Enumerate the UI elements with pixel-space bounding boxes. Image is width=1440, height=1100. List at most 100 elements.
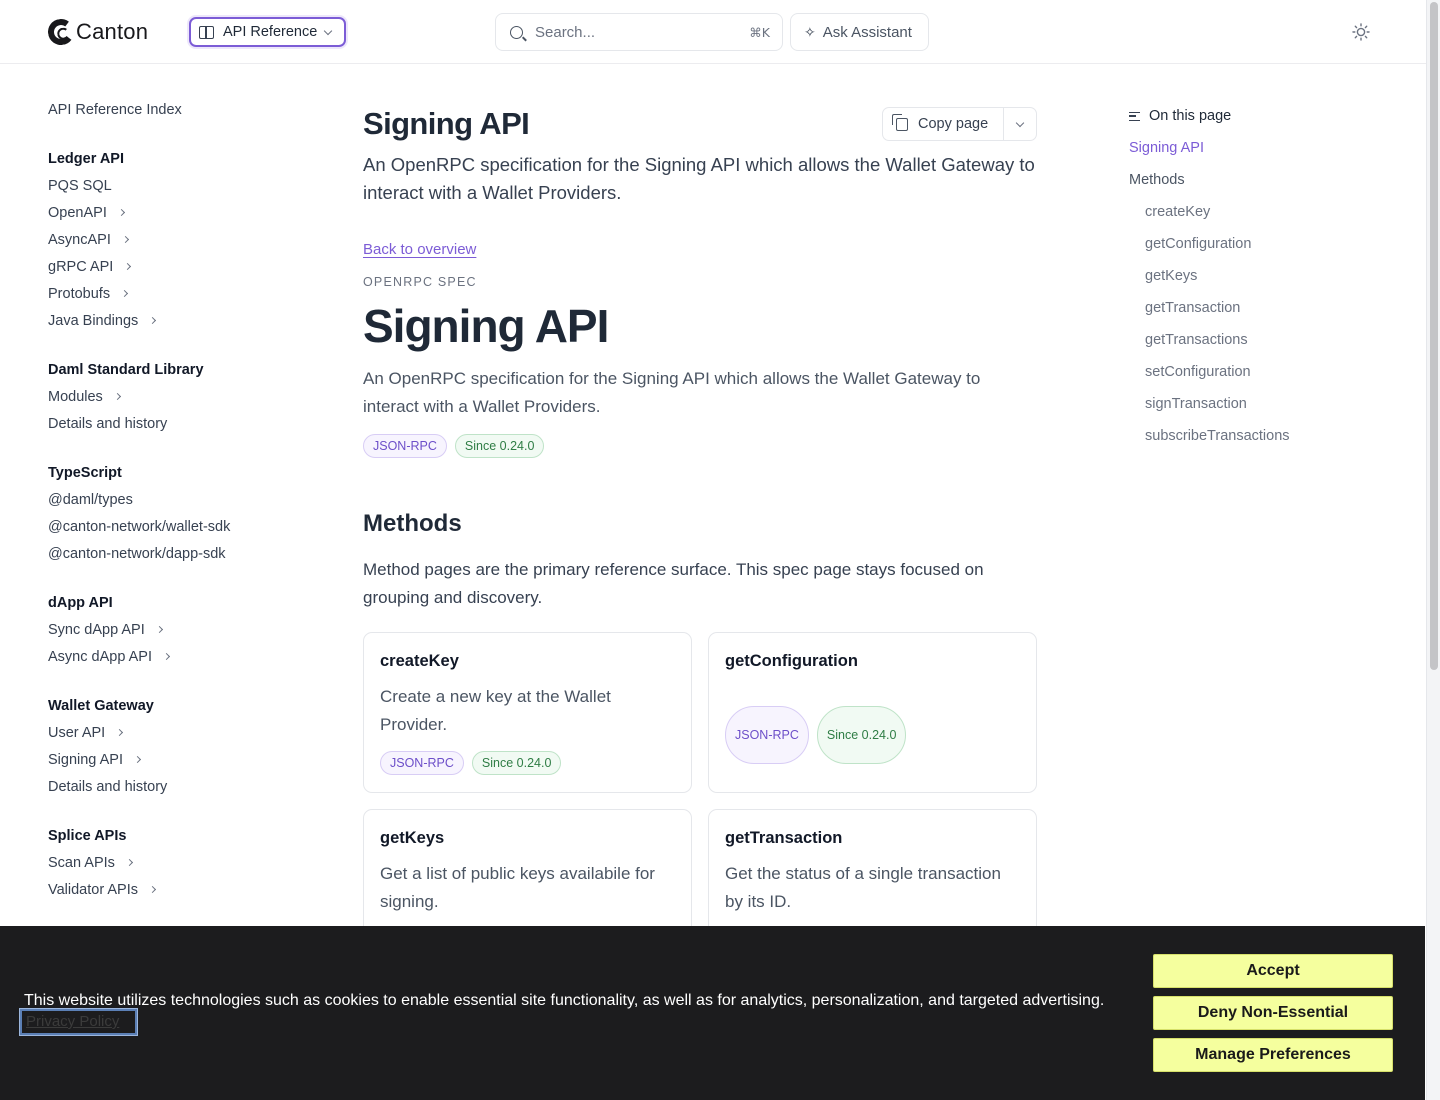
sidebar-item-label: Async dApp API [48,648,152,665]
sidebar-item-label: Scan APIs [48,854,115,871]
toc-item-subscribetransactions[interactable]: subscribeTransactions [1129,420,1379,452]
sidebar-item-grpc-api[interactable]: gRPC API [48,253,308,280]
toc-item-gettransactions[interactable]: getTransactions [1129,324,1379,356]
method-card-title: getConfiguration [725,652,858,670]
top-navigation-bar: Canton API Reference Search... ⌘K ✧ Ask … [0,0,1426,64]
chevron-right-icon [125,858,133,867]
accept-cookies-button[interactable]: Accept [1153,954,1393,988]
sidebar-item-openapi[interactable]: OpenAPI [48,199,308,226]
sidebar-item-dapp-sdk[interactable]: @canton-network/dapp-sdk [48,540,308,567]
sidebar-item-api-reference-index[interactable]: API Reference Index [48,96,308,123]
toc-item-setconfiguration[interactable]: setConfiguration [1129,356,1379,388]
sidebar-item-user-api[interactable]: User API [48,719,308,746]
sidebar-item-java-bindings[interactable]: Java Bindings [48,307,308,334]
sidebar-item-asyncapi[interactable]: AsyncAPI [48,226,308,253]
sidebar-heading: dApp API [48,594,113,611]
json-rpc-badge: JSON-RPC [363,434,447,458]
cookie-message: This website utilizes technologies such … [24,992,1105,1009]
canton-logo[interactable]: Canton [46,17,149,47]
chevron-right-icon [121,235,129,244]
sidebar-group-ledger-api: Ledger API PQS SQL OpenAPI AsyncAPI gRPC… [48,145,308,334]
methods-heading: Methods [363,510,462,537]
sun-icon [1352,23,1370,41]
sidebar-heading: Splice APIs [48,827,127,844]
sidebar-group-dapp-api: dApp API Sync dApp API Async dApp API [48,589,308,670]
chevron-right-icon [133,755,142,764]
theme-toggle-button[interactable] [1351,22,1371,42]
method-card-title: createKey [380,652,459,670]
ask-assistant-label: Ask Assistant [822,23,912,41]
sidebar-item-protobufs[interactable]: Protobufs [48,280,308,307]
copy-page-button[interactable]: Copy page [883,108,1004,140]
page-scrollbar[interactable] [1426,0,1440,1100]
version-badge: Since 0.24.0 [454,434,545,458]
sidebar-item-validator-apis[interactable]: Validator APIs [48,876,308,903]
sidebar-item-label: @canton-network/wallet-sdk [48,518,231,535]
chevron-down-icon [1015,118,1025,127]
copy-page-options-button[interactable] [1004,118,1036,127]
toc-item-gettransaction[interactable]: getTransaction [1129,292,1379,324]
version-badge: Since 0.24.0 [471,751,562,775]
method-card-badges: JSON-RPC Since 0.24.0 [725,706,1020,764]
scrollbar-thumb[interactable] [1430,2,1438,670]
method-cards: createKey Create a new key at the Wallet… [363,632,1037,970]
method-card-description: Get the status of a single transaction b… [725,864,1001,911]
sidebar-item-daml-types[interactable]: @daml/types [48,486,308,513]
page-lead: An OpenRPC specification for the Signing… [363,154,1035,203]
sidebar-item-wallet-sdk[interactable]: @canton-network/wallet-sdk [48,513,308,540]
method-card-getconfiguration[interactable]: getConfiguration JSON-RPC Since 0.24.0 [708,632,1037,793]
cookie-consent-banner: This website utilizes technologies such … [0,926,1425,1100]
back-to-overview-link[interactable]: Back to overview [363,241,476,258]
toc-item-getkeys[interactable]: getKeys [1129,260,1379,292]
chevron-down-icon [324,26,333,35]
main-content: Signing API Copy page An OpenRPC specifi… [363,100,1037,970]
toc-heading: On this page [1129,104,1379,128]
book-icon [199,25,214,39]
sidebar-item-label: Sync dApp API [48,621,145,638]
sidebar-item-label: PQS SQL [48,177,112,194]
table-of-contents: On this page Signing API Methods createK… [1129,104,1379,452]
sidebar-item-label: User API [48,724,106,741]
chevron-right-icon [149,316,157,325]
section-select-dropdown[interactable]: API Reference [189,17,346,47]
sidebar-item-label: Java Bindings [48,312,139,329]
chevron-right-icon [116,728,124,737]
toc-item-signing-api[interactable]: Signing API [1129,132,1379,164]
sidebar-heading: Wallet Gateway [48,697,154,714]
sidebar-item-label: Modules [48,388,103,405]
toc-item-createkey[interactable]: createKey [1129,196,1379,228]
search-shortcut: ⌘K [749,24,770,40]
sidebar-item-wallet-details-and-history[interactable]: Details and history [48,773,308,800]
method-card-title: getTransaction [725,829,843,847]
manage-preferences-button[interactable]: Manage Preferences [1153,1038,1393,1072]
list-icon [1129,111,1140,121]
toc-item-getconfiguration[interactable]: getConfiguration [1129,228,1379,260]
copy-page-button-group: Copy page [882,107,1037,141]
sidebar-heading: Ledger API [48,150,125,167]
chevron-right-icon [117,208,125,217]
methods-intro: Method pages are the primary reference s… [363,560,984,607]
sidebar-item-scan-apis[interactable]: Scan APIs [48,849,308,876]
search-button[interactable]: Search... ⌘K [495,13,783,51]
json-rpc-badge: JSON-RPC [725,706,809,764]
method-card-createkey[interactable]: createKey Create a new key at the Wallet… [363,632,692,793]
privacy-policy-link[interactable]: Privacy Policy [19,1008,138,1036]
sidebar-item-label: Protobufs [48,285,111,302]
deny-non-essential-button[interactable]: Deny Non-Essential [1153,996,1393,1030]
sidebar-item-label: Details and history [48,415,168,432]
sidebar-item-label: @daml/types [48,491,133,508]
logo-text: Canton [76,19,149,44]
sidebar-item-sync-dapp-api[interactable]: Sync dApp API [48,616,308,643]
sidebar-heading: Daml Standard Library [48,361,204,378]
method-card-badges: JSON-RPC Since 0.24.0 [380,751,675,775]
sidebar-group-wallet-gateway: Wallet Gateway User API Signing API Deta… [48,692,308,800]
sidebar-group-splice-apis: Splice APIs Scan APIs Validator APIs [48,822,308,903]
sidebar-item-modules[interactable]: Modules [48,383,308,410]
sidebar-item-details-and-history[interactable]: Details and history [48,410,308,437]
sidebar-item-signing-api[interactable]: Signing API [48,746,308,773]
sidebar-item-pqs-sql[interactable]: PQS SQL [48,172,308,199]
toc-item-methods[interactable]: Methods [1129,164,1379,196]
toc-item-signtransaction[interactable]: signTransaction [1129,388,1379,420]
ask-assistant-button[interactable]: ✧ Ask Assistant [790,13,929,51]
sidebar-item-async-dapp-api[interactable]: Async dApp API [48,643,308,670]
